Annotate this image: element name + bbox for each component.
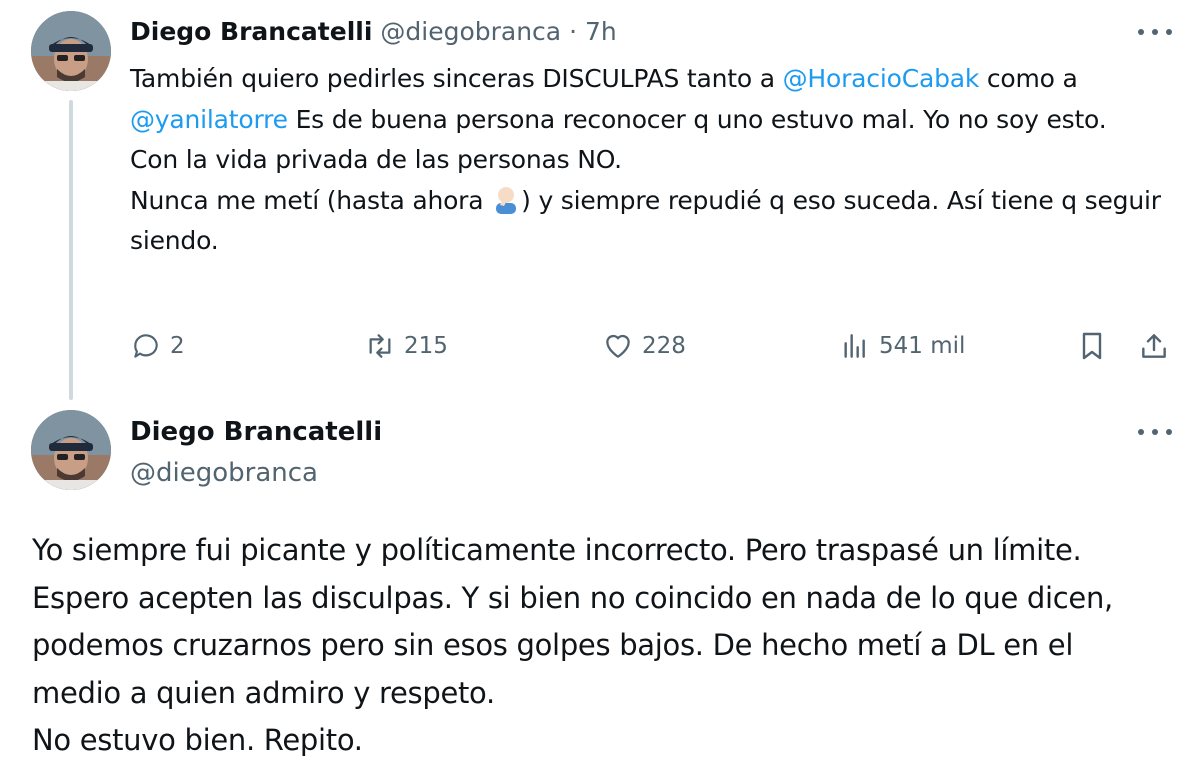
tweet-actions: 2 215 228 541 mil xyxy=(130,326,1180,366)
tweet-text-segment: Es de buena persona reconocer q uno estu… xyxy=(287,104,1107,134)
bookmark-icon xyxy=(1082,332,1102,360)
tweet-text: También quiero pedirles sinceras DISCULP… xyxy=(130,59,1175,262)
tweet-text-segment: Nunca me metí (hasta ahora xyxy=(130,185,492,215)
reply-icon xyxy=(134,334,158,358)
tweet-text-line: Con la vida privada de las personas NO. xyxy=(130,145,622,174)
tweet-text-line: podemos cruzarnos pero sin esos golpes b… xyxy=(32,628,1074,662)
mention-yanilatorre[interactable]: @yanilatorre xyxy=(130,105,288,134)
mention-horaciocabak[interactable]: @HoracioCabak xyxy=(783,64,980,93)
facepalm-emoji-icon xyxy=(496,186,517,214)
bookmark-button[interactable] xyxy=(1076,326,1108,366)
share-button[interactable] xyxy=(1138,326,1170,366)
tweet-text-line: Espero acepten las disculpas. Y si bien … xyxy=(32,580,1113,615)
tweet-text-line: No estuvo bien. Repito. xyxy=(32,723,363,757)
views-button[interactable]: 541 mil xyxy=(839,326,965,366)
retweet-icon xyxy=(369,334,391,358)
retweet-count: 215 xyxy=(404,333,448,359)
tweet-time[interactable]: 7h xyxy=(585,17,617,46)
reply-count: 2 xyxy=(170,333,185,359)
author-name[interactable]: Diego Brancatelli xyxy=(130,414,382,450)
tweet-text-segment: como a xyxy=(979,64,1078,93)
more-icon[interactable] xyxy=(1138,422,1172,442)
avatar[interactable] xyxy=(31,11,111,91)
heart-icon xyxy=(606,334,630,358)
tweet-text-segment: También quiero pedirles sinceras DISCULP… xyxy=(130,64,783,93)
tweet-text-line: Yo siempre fui picante y políticamente i… xyxy=(32,533,1082,567)
more-icon[interactable] xyxy=(1138,22,1172,42)
share-icon xyxy=(1142,334,1166,358)
views-icon xyxy=(844,334,865,358)
tweet-header: Diego Brancatelli @diegobranca · 7h xyxy=(130,15,617,49)
reply-button[interactable]: 2 xyxy=(130,326,185,366)
author-name[interactable]: Diego Brancatelli xyxy=(130,17,372,46)
tweet-text: Yo siempre fui picante y políticamente i… xyxy=(32,527,1192,765)
thread-line xyxy=(69,100,73,400)
separator-dot: · xyxy=(569,17,578,46)
author-handle[interactable]: @diegobranca xyxy=(380,17,561,46)
like-button[interactable]: 228 xyxy=(602,326,686,366)
retweet-button[interactable]: 215 xyxy=(364,326,448,366)
like-count: 228 xyxy=(642,333,686,359)
tweet-text-line: medio a quien admiro y respeto. xyxy=(32,675,495,710)
views-count: 541 mil xyxy=(879,333,966,359)
avatar[interactable] xyxy=(31,410,111,490)
author-handle[interactable]: @diegobranca xyxy=(130,456,318,490)
